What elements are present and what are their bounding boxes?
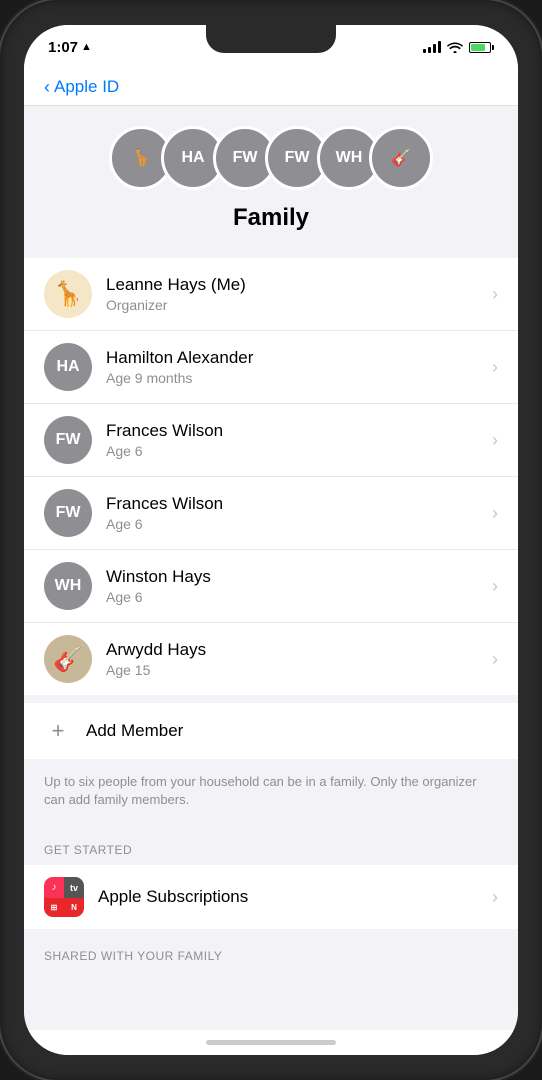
member-item-hamilton[interactable]: HA Hamilton Alexander Age 9 months ›	[24, 331, 518, 404]
member-info-frances2: Frances Wilson Age 6	[106, 494, 492, 532]
member-sub-arwydd: Age 15	[106, 662, 492, 678]
chevron-right-icon: ›	[492, 430, 498, 451]
notch	[206, 25, 336, 53]
member-sub-winston: Age 6	[106, 589, 492, 605]
chevron-right-icon: ›	[492, 576, 498, 597]
member-avatar-winston: WH	[44, 562, 92, 610]
member-item-winston[interactable]: WH Winston Hays Age 6 ›	[24, 550, 518, 623]
chevron-right-icon: ›	[492, 284, 498, 305]
members-list: 🦒 Leanne Hays (Me) Organizer › HA Hamilt…	[24, 258, 518, 695]
subscriptions-icon: ♪ tv ⊞ N	[44, 877, 84, 917]
member-avatar-arwydd: 🎸	[44, 635, 92, 683]
member-name-leanne: Leanne Hays (Me)	[106, 275, 492, 295]
back-chevron-icon: ‹	[44, 78, 50, 96]
member-name-frances1: Frances Wilson	[106, 421, 492, 441]
member-item-frances1[interactable]: FW Frances Wilson Age 6 ›	[24, 404, 518, 477]
member-info-winston: Winston Hays Age 6	[106, 567, 492, 605]
status-icons	[423, 41, 494, 53]
subscriptions-chevron-icon: ›	[492, 887, 498, 908]
member-sub-frances2: Age 6	[106, 516, 492, 532]
member-info-arwydd: Arwydd Hays Age 15	[106, 640, 492, 678]
member-sub-frances1: Age 6	[106, 443, 492, 459]
get-started-header: GET STARTED	[24, 823, 518, 865]
member-avatar-hamilton: HA	[44, 343, 92, 391]
member-name-arwydd: Arwydd Hays	[106, 640, 492, 660]
add-member-button[interactable]: + Add Member	[24, 703, 518, 759]
member-sub-leanne: Organizer	[106, 297, 492, 313]
member-name-hamilton: Hamilton Alexander	[106, 348, 492, 368]
member-name-winston: Winston Hays	[106, 567, 492, 587]
member-info-leanne: Leanne Hays (Me) Organizer	[106, 275, 492, 313]
family-title: Family	[233, 204, 309, 232]
member-item-leanne[interactable]: 🦒 Leanne Hays (Me) Organizer ›	[24, 258, 518, 331]
chevron-right-icon: ›	[492, 503, 498, 524]
member-info-hamilton: Hamilton Alexander Age 9 months	[106, 348, 492, 386]
avatar-arwydd: 🎸	[369, 126, 433, 190]
back-button[interactable]: ‹ Apple ID	[44, 77, 498, 97]
add-member-label: Add Member	[86, 721, 183, 741]
member-sub-hamilton: Age 9 months	[106, 370, 492, 386]
chevron-right-icon: ›	[492, 649, 498, 670]
shared-section-header: SHARED WITH YOUR FAMILY	[24, 929, 518, 973]
subscriptions-label: Apple Subscriptions	[98, 887, 492, 907]
wifi-icon	[447, 41, 463, 53]
avatars-row: 🦒 HA FW FW WH 🎸	[109, 126, 433, 190]
phone-frame: 1:07 ▲	[0, 0, 542, 1080]
member-avatar-frances2: FW	[44, 489, 92, 537]
member-item-arwydd[interactable]: 🎸 Arwydd Hays Age 15 ›	[24, 623, 518, 695]
content-area: 🦒 HA FW FW WH 🎸 Family 🦒 Leanne Hays (Me…	[24, 106, 518, 1030]
subscriptions-item[interactable]: ♪ tv ⊞ N Apple Subscriptions ›	[24, 865, 518, 929]
info-text: Up to six people from your household can…	[24, 759, 518, 823]
member-avatar-leanne: 🦒	[44, 270, 92, 318]
chevron-right-icon: ›	[492, 357, 498, 378]
battery-icon	[469, 42, 494, 53]
nav-bar: ‹ Apple ID	[24, 69, 518, 106]
location-icon: ▲	[81, 41, 92, 53]
back-label: Apple ID	[54, 77, 119, 97]
home-indicator	[24, 1030, 518, 1055]
add-icon: +	[44, 717, 72, 745]
status-time: 1:07 ▲	[48, 39, 92, 56]
family-header: 🦒 HA FW FW WH 🎸 Family	[24, 106, 518, 258]
signal-bars-icon	[423, 41, 441, 53]
member-avatar-frances1: FW	[44, 416, 92, 464]
screen: 1:07 ▲	[24, 25, 518, 1055]
home-bar	[206, 1040, 336, 1045]
member-name-frances2: Frances Wilson	[106, 494, 492, 514]
member-info-frances1: Frances Wilson Age 6	[106, 421, 492, 459]
member-item-frances2[interactable]: FW Frances Wilson Age 6 ›	[24, 477, 518, 550]
